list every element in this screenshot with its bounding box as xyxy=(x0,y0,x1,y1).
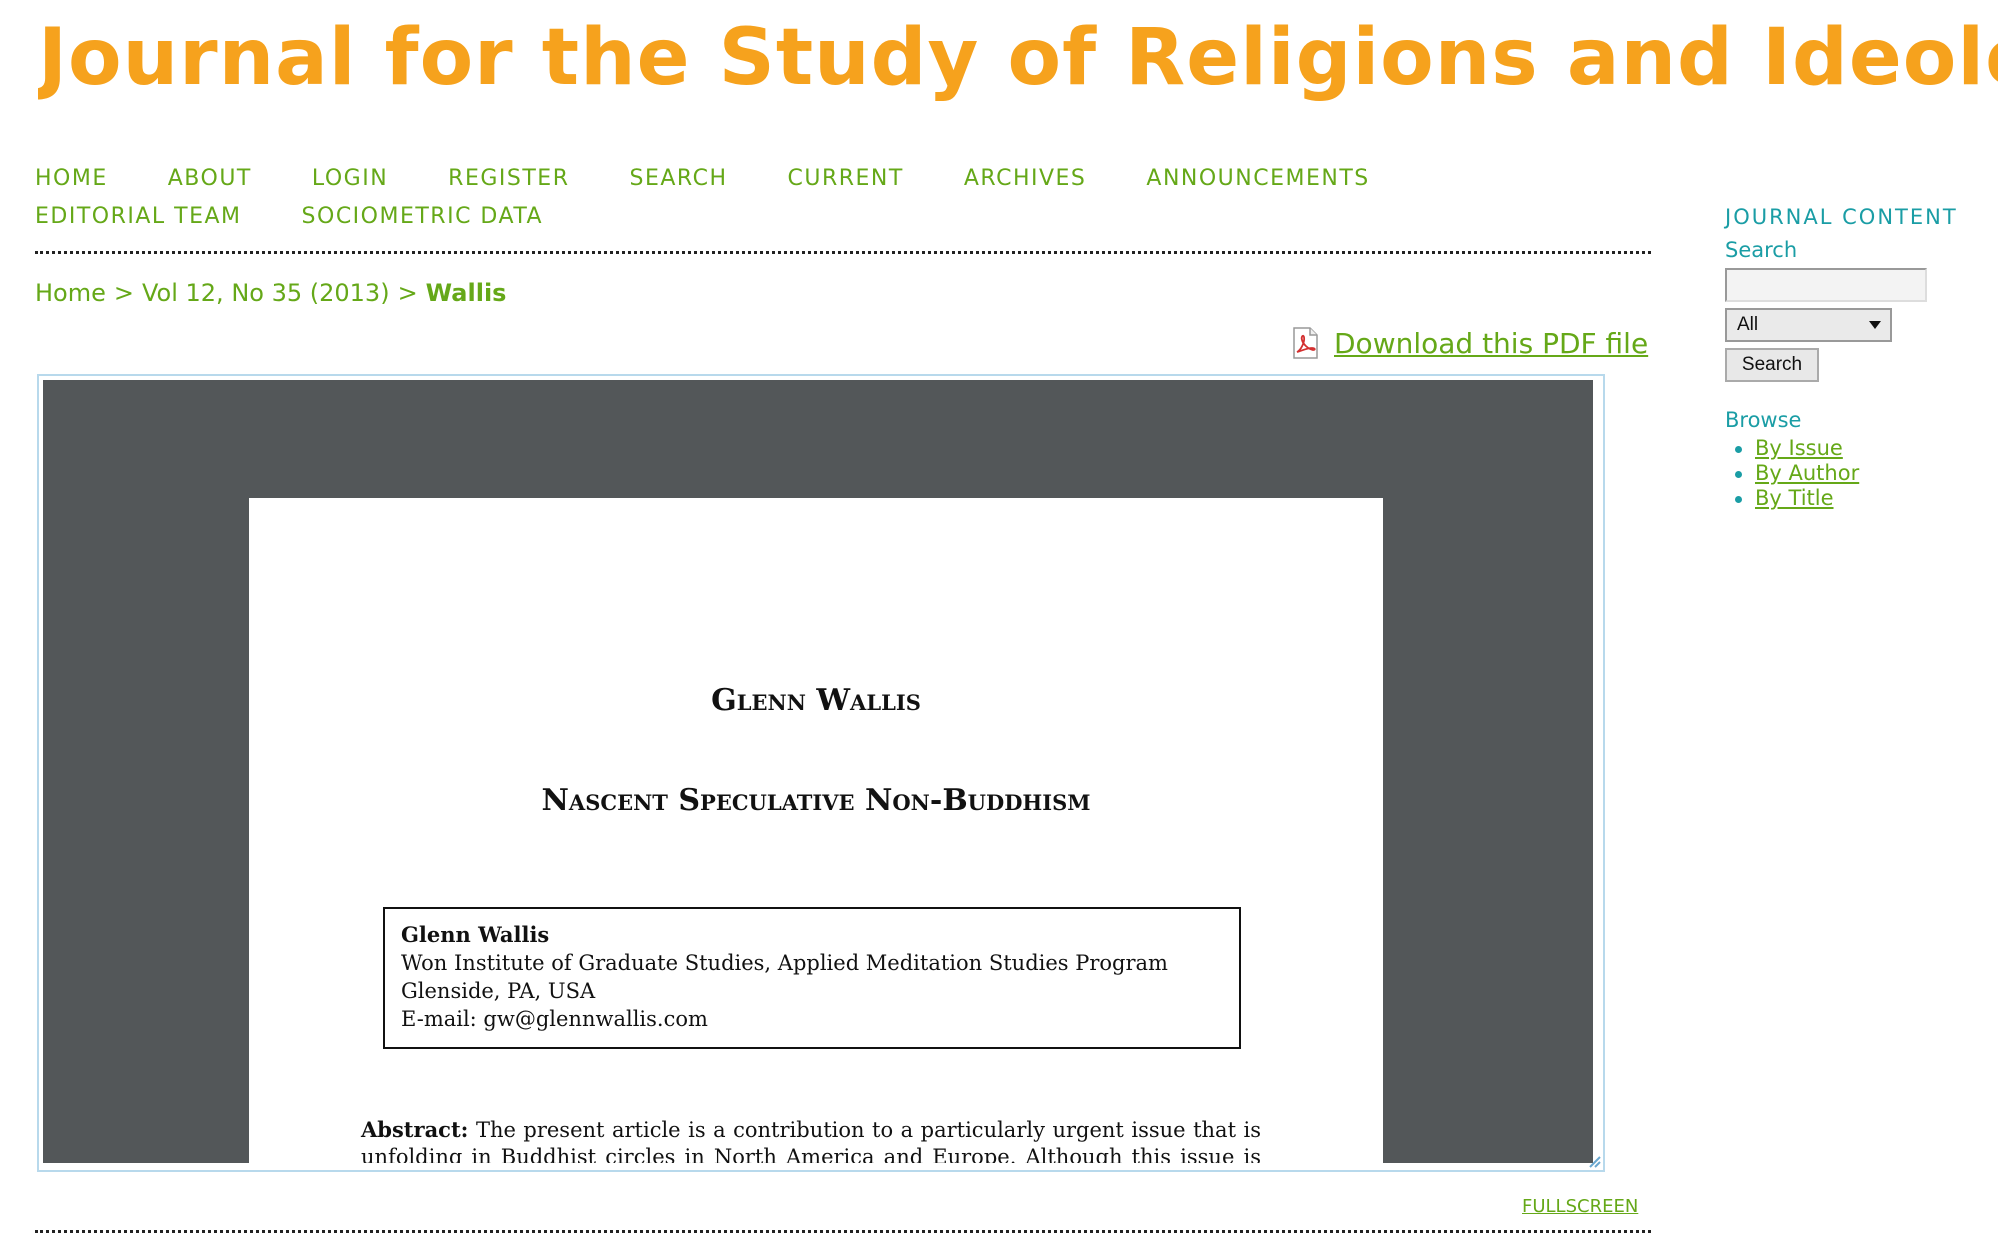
breadcrumb: Home > Vol 12, No 35 (2013) > Wallis xyxy=(35,275,506,311)
abstract: Abstract: The present article is a contr… xyxy=(361,1116,1261,1163)
search-scope-value: All xyxy=(1737,314,1759,335)
nav-archives[interactable]: ARCHIVES xyxy=(964,160,1087,198)
dropdown-arrow-icon xyxy=(1869,321,1881,329)
nav-register[interactable]: REGISTER xyxy=(448,160,569,198)
sidebar-browse-label: Browse xyxy=(1725,408,1802,432)
pdf-page: Glenn Wallis Nascent Speculative Non-Bud… xyxy=(249,498,1383,1163)
affiliation-name: Glenn Wallis xyxy=(401,922,550,947)
browse-list: By Issue By Author By Title xyxy=(1725,436,1995,511)
breadcrumb-separator: > xyxy=(397,279,418,307)
nav-divider xyxy=(35,251,1651,254)
journal-masthead: Journal for the Study of Religions and I… xyxy=(38,13,1998,103)
breadcrumb-issue[interactable]: Vol 12, No 35 (2013) xyxy=(142,279,390,307)
pdf-viewer[interactable]: Glenn Wallis Nascent Speculative Non-Bud… xyxy=(43,380,1593,1163)
resize-handle-icon[interactable] xyxy=(1585,1152,1601,1168)
sidebar: JOURNAL CONTENT Search All Search Browse… xyxy=(1725,200,1995,511)
browse-by-issue-link[interactable]: By Issue xyxy=(1755,436,1843,460)
nav-login[interactable]: LOGIN xyxy=(312,160,388,198)
main-navigation: HOME ABOUT LOGIN REGISTER SEARCH CURRENT… xyxy=(35,160,1655,236)
sidebar-search-label: Search xyxy=(1725,238,1798,262)
sidebar-search-button[interactable]: Search xyxy=(1725,348,1819,382)
author-affiliation-box: Glenn Wallis Won Institute of Graduate S… xyxy=(383,907,1241,1049)
nav-announcements[interactable]: ANNOUNCEMENTS xyxy=(1146,160,1369,198)
breadcrumb-current[interactable]: Wallis xyxy=(426,279,507,307)
list-item: By Issue xyxy=(1735,436,1995,461)
browse-by-author-link[interactable]: By Author xyxy=(1755,461,1859,485)
abstract-text: The present article is a contribution to… xyxy=(361,1118,1261,1163)
nav-editorial-team[interactable]: EDITORIAL TEAM xyxy=(35,198,242,236)
pdf-article-title: Nascent Speculative Non-Buddhism xyxy=(541,783,1091,818)
download-pdf: Download this PDF file xyxy=(1288,325,1648,361)
fullscreen-link[interactable]: FULLSCREEN xyxy=(1522,1196,1638,1217)
affiliation-institution: Won Institute of Graduate Studies, Appli… xyxy=(401,951,1168,975)
breadcrumb-home[interactable]: Home xyxy=(35,279,106,307)
abstract-label: Abstract: xyxy=(361,1117,469,1142)
content-divider xyxy=(35,1230,1651,1233)
search-scope-select[interactable]: All xyxy=(1725,308,1892,342)
download-pdf-link[interactable]: Download this PDF file xyxy=(1334,327,1648,360)
sidebar-title: JOURNAL CONTENT xyxy=(1725,205,1958,229)
affiliation-location: Glenside, PA, USA xyxy=(401,979,596,1003)
pdf-author-heading: Glenn Wallis xyxy=(711,683,921,718)
nav-current[interactable]: CURRENT xyxy=(788,160,904,198)
nav-about[interactable]: ABOUT xyxy=(168,160,252,198)
list-item: By Title xyxy=(1735,486,1995,511)
nav-sociometric-data[interactable]: SOCIOMETRIC DATA xyxy=(302,198,544,236)
nav-home[interactable]: HOME xyxy=(35,160,108,198)
browse-by-title-link[interactable]: By Title xyxy=(1755,486,1834,510)
breadcrumb-separator: > xyxy=(113,279,134,307)
list-item: By Author xyxy=(1735,461,1995,486)
pdf-viewer-frame: Glenn Wallis Nascent Speculative Non-Bud… xyxy=(37,374,1605,1172)
affiliation-email: E-mail: gw@glennwallis.com xyxy=(401,1007,708,1031)
nav-search[interactable]: SEARCH xyxy=(629,160,727,198)
sidebar-search-input[interactable] xyxy=(1725,268,1927,302)
pdf-icon xyxy=(1293,327,1318,359)
